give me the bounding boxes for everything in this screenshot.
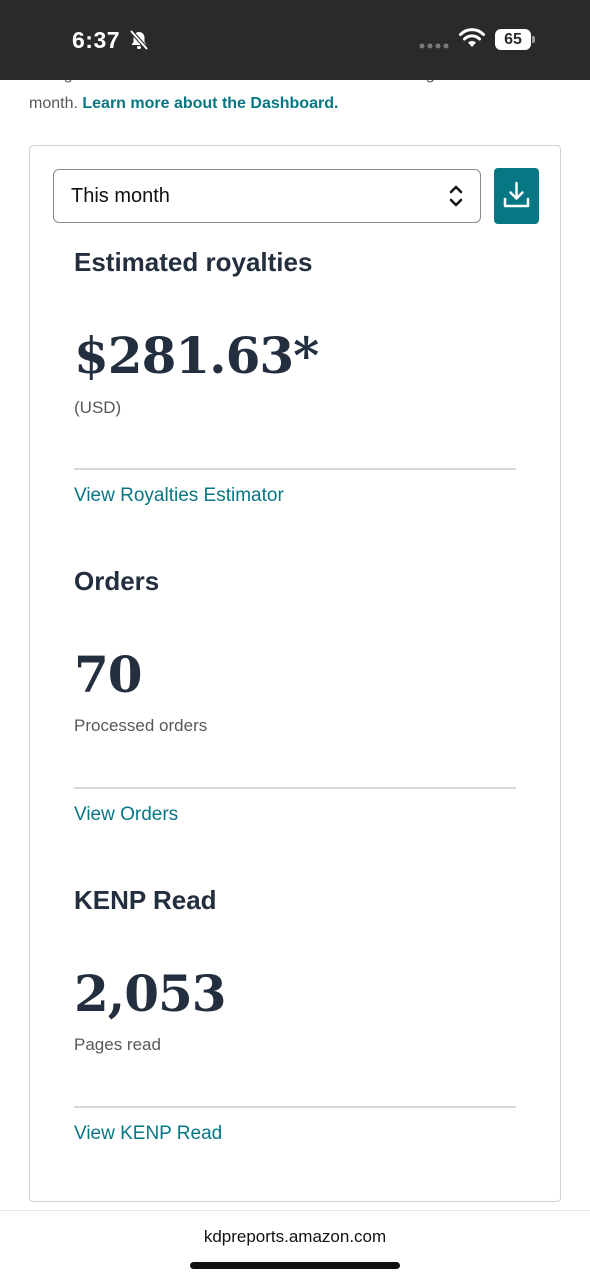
home-indicator[interactable]: [190, 1262, 400, 1269]
learn-more-dashboard-link[interactable]: Learn more about the Dashboard.: [82, 95, 338, 112]
status-time: 6:37: [72, 27, 121, 53]
download-icon: [503, 181, 530, 208]
browser-url-bar[interactable]: kdpreports.amazon.com: [0, 1210, 590, 1280]
divider: [74, 468, 516, 470]
view-kenp-read-link[interactable]: View KENP Read: [74, 1123, 222, 1145]
royalties-currency: (USD): [74, 398, 122, 417]
orders-value: 70: [74, 645, 143, 704]
battery-indicator: 65: [495, 29, 535, 50]
divider: [74, 1106, 516, 1108]
bell-slash-icon: [129, 29, 149, 51]
kenp-value: 2,053: [74, 964, 227, 1023]
intro-text-lead: month.: [29, 95, 78, 112]
orders-subtitle: Processed orders: [74, 716, 208, 735]
url-text: kdpreports.amazon.com: [203, 1227, 387, 1246]
status-bar: 6:37 65: [0, 0, 590, 80]
view-orders-link[interactable]: View Orders: [74, 804, 178, 826]
period-select[interactable]: This month: [53, 169, 481, 223]
orders-title: Orders: [74, 566, 160, 596]
kenp-subtitle: Pages read: [74, 1035, 161, 1054]
period-select-value: This month: [71, 185, 170, 207]
divider: [74, 787, 516, 789]
intro-text: month. Learn more about the Dashboard.: [29, 95, 338, 113]
cellular-signal-icon: [419, 43, 449, 49]
download-button[interactable]: [494, 168, 539, 224]
kenp-title: KENP Read: [74, 885, 217, 915]
wifi-icon: [459, 28, 485, 47]
chevron-up-down-icon: [449, 185, 463, 207]
royalties-title: Estimated royalties: [74, 247, 313, 277]
royalties-value: $281.63*: [74, 326, 319, 385]
view-royalties-estimator-link[interactable]: View Royalties Estimator: [74, 485, 284, 507]
dashboard-card: This month Estimated royalties $281.63* …: [29, 145, 561, 1202]
battery-level: 65: [504, 31, 522, 48]
